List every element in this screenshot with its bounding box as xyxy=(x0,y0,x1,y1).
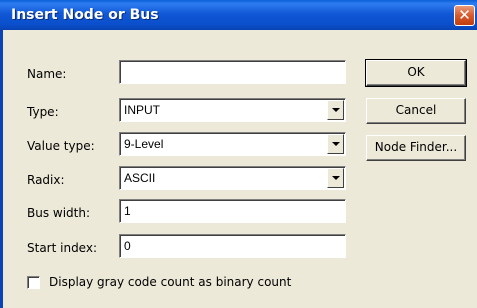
start-index-input[interactable]: 0 xyxy=(119,234,346,258)
name-input[interactable] xyxy=(119,60,346,84)
radix-dropdown-button[interactable] xyxy=(327,168,344,188)
title-bar[interactable]: Insert Node or Bus ✕ xyxy=(0,0,477,30)
bus-width-input[interactable]: 1 xyxy=(119,199,346,223)
radix-label: Radix: xyxy=(27,173,65,187)
node-finder-button[interactable]: Node Finder... xyxy=(366,135,466,161)
start-index-label: Start index: xyxy=(27,241,98,255)
bus-width-label: Bus width: xyxy=(27,206,91,220)
value-type-select[interactable]: 9-Level xyxy=(119,132,346,156)
value-type-label: Value type: xyxy=(27,139,95,153)
chevron-down-icon xyxy=(332,142,340,146)
cancel-button[interactable]: Cancel xyxy=(366,98,466,124)
type-select[interactable]: INPUT xyxy=(119,98,346,122)
gray-code-checkbox-label[interactable]: Display gray code count as binary count xyxy=(49,275,291,289)
type-value: INPUT xyxy=(124,103,160,117)
window-title: Insert Node or Bus xyxy=(11,7,159,23)
bus-width-value: 1 xyxy=(124,204,131,218)
close-icon: ✕ xyxy=(458,6,471,24)
radix-value: ASCII xyxy=(124,171,156,185)
insert-node-dialog: Insert Node or Bus ✕ Name: Type: INPUT V… xyxy=(0,0,477,308)
start-index-value: 0 xyxy=(124,239,131,253)
radix-select[interactable]: ASCII xyxy=(119,166,346,190)
value-type-value: 9-Level xyxy=(124,137,164,151)
chevron-down-icon xyxy=(332,176,340,180)
gray-code-checkbox[interactable] xyxy=(27,276,40,289)
ok-button[interactable]: OK xyxy=(365,59,467,87)
type-label: Type: xyxy=(27,105,59,119)
chevron-down-icon xyxy=(332,108,340,112)
value-type-dropdown-button[interactable] xyxy=(327,134,344,154)
close-button[interactable]: ✕ xyxy=(454,5,475,26)
window-border xyxy=(0,30,3,308)
name-label: Name: xyxy=(27,67,67,81)
type-dropdown-button[interactable] xyxy=(327,100,344,120)
